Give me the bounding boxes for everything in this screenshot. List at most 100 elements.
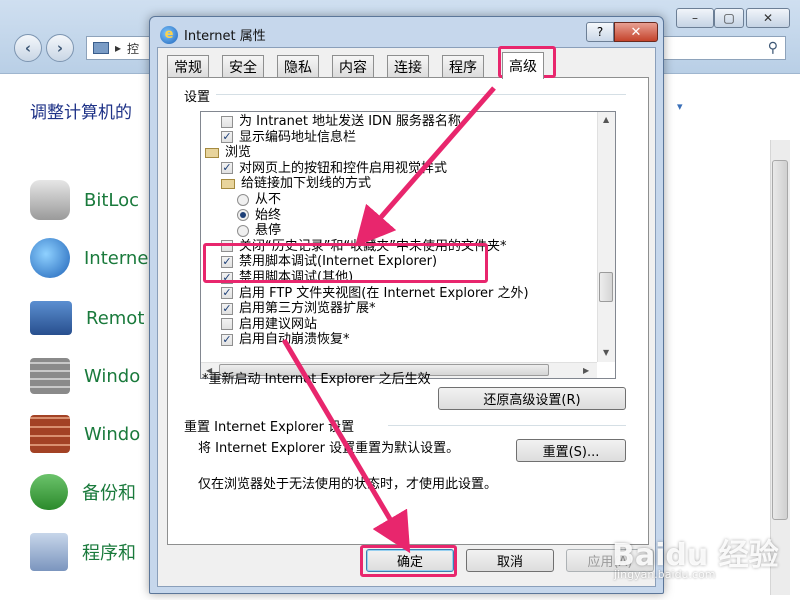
ie-icon: e [160,25,178,44]
search-icon[interactable]: ⚲ [768,40,778,56]
setting-label: 为 Intranet 地址发送 IDN 服务器名称 [239,114,461,129]
close-button[interactable]: ✕ [614,22,658,42]
forward-button[interactable]: › [46,34,74,62]
cancel-button[interactable]: 取消 [466,549,554,572]
breadcrumb-separator-icon: ▸ [115,41,122,55]
group-divider [388,425,626,426]
list-vertical-scrollbar[interactable]: ▲ ▼ [597,112,615,362]
wall-icon [30,358,70,394]
setting-label: 显示编码地址信息栏 [239,129,357,145]
checked-checkbox[interactable]: ✓ [221,287,233,300]
reset-button[interactable]: 重置(S)... [516,439,626,462]
dialog-title: Internet 属性 [184,29,266,44]
lock-key-icon [30,180,70,220]
setting-row[interactable]: ✓ 禁用脚本调试(Internet Explorer) [221,254,437,269]
list-scroll-thumb[interactable] [599,272,613,302]
window-close-button[interactable]: ✕ [746,8,790,28]
selected-radio[interactable] [237,209,249,222]
setting-label: 禁用脚本调试(其他) [239,270,354,285]
setting-row[interactable]: 浏览 [205,145,251,160]
cp-item-internet-options[interactable]: Interne [30,232,148,284]
cp-item-windows-firewall[interactable]: Windo [30,408,140,460]
tab-advanced[interactable]: 高级 [502,52,544,79]
cp-item-label: Windo [84,423,141,445]
scroll-up-icon[interactable]: ▲ [603,115,609,124]
monitor-icon [30,301,72,335]
setting-row[interactable]: 始终 [237,208,281,223]
setting-row[interactable]: ✓ 启用第三方浏览器扩展* [221,301,376,316]
breadcrumb[interactable]: 控 [127,40,139,57]
checked-checkbox[interactable]: ✓ [221,271,233,284]
radio-button[interactable] [237,224,249,237]
setting-row[interactable]: 关闭“历史记录”和“收藏夹”中未使用的文件夹* [221,239,506,254]
programs-icon [30,533,68,571]
reset-note: 仅在浏览器处于无法使用的状态时，才使用此设置。 [198,477,498,492]
cp-item-bitlocker[interactable]: BitLoc [30,174,139,226]
scrollbar-thumb[interactable] [772,160,788,520]
tab-connections[interactable]: 连接 [387,55,429,77]
radio-button[interactable] [237,193,249,206]
setting-row[interactable]: ✓ 禁用脚本调试(其他) [221,270,353,285]
setting-row[interactable]: 为 Intranet 地址发送 IDN 服务器名称 [221,114,461,129]
setting-row[interactable]: 从不 [237,192,281,207]
cp-item-label: Interne [84,247,149,269]
maximize-button[interactable]: ▢ [714,8,744,28]
globe-icon [30,238,70,278]
help-button[interactable]: ? [586,22,614,42]
cp-item-programs[interactable]: 程序和 [30,526,136,578]
restore-advanced-button[interactable]: 还原高级设置(R) [438,387,626,410]
checked-checkbox[interactable]: ✓ [221,131,233,144]
tab-programs[interactable]: 程序 [442,55,484,77]
setting-label: 浏览 [225,145,252,161]
cp-item-remote[interactable]: Remot [30,292,144,344]
tab-security[interactable]: 安全 [222,55,264,77]
scroll-right-icon[interactable]: ▶ [583,366,589,375]
cp-item-label: BitLoc [84,189,140,211]
cp-item-label: 程序和 [82,543,136,564]
setting-row[interactable]: 启用建议网站 [221,317,317,332]
setting-label: 给链接加下划线的方式 [241,176,372,192]
computer-icon [93,42,109,54]
checked-checkbox[interactable]: ✓ [221,333,233,346]
reset-description: 将 Internet Explorer 设置重置为默认设置。 [198,441,460,456]
cp-item-backup[interactable]: 备份和 [30,466,136,518]
setting-label: 对网页上的按钮和控件启用视觉样式 [239,160,448,176]
tab-content[interactable]: 内容 [332,55,374,77]
setting-label: 禁用脚本调试(Internet Explorer) [239,254,438,270]
tab-general[interactable]: 常规 [167,55,209,77]
checkbox[interactable] [221,115,233,128]
folder-icon [221,178,235,189]
setting-label: 启用第三方浏览器扩展* [239,301,376,317]
setting-label: 启用建议网站 [239,316,318,332]
page-title: 调整计算机的 [30,103,132,123]
settings-group-label: 设置 [184,90,211,105]
checkbox[interactable] [221,318,233,331]
setting-row[interactable]: 给链接加下划线的方式 [221,176,371,191]
advanced-settings-list[interactable]: 为 Intranet 地址发送 IDN 服务器名称 ✓ 显示编码地址信息栏 浏览 ✓ 对网… [200,111,616,379]
setting-label: 悬停 [255,223,282,239]
setting-row[interactable]: 悬停 [237,223,281,238]
setting-row[interactable]: ✓ 启用 FTP 文件夹视图(在 Internet Explorer 之外) [221,286,529,301]
checked-checkbox[interactable]: ✓ [221,162,233,175]
folder-icon [205,147,219,158]
setting-row[interactable]: ✓ 启用自动崩溃恢复* [221,332,350,347]
checked-checkbox[interactable]: ✓ [221,302,233,315]
checked-checkbox[interactable]: ✓ [221,255,233,268]
back-button[interactable]: ‹ [14,34,42,62]
setting-label: 启用自动崩溃恢复* [239,332,350,348]
cp-item-label: 备份和 [82,483,136,504]
dialog-title-bar: e Internet 属性 [160,25,266,44]
view-dropdown-icon[interactable]: ▾ [677,100,683,113]
cp-item-label: Remot [86,307,145,329]
checkbox[interactable] [221,240,233,253]
setting-row[interactable]: ✓ 显示编码地址信息栏 [221,130,356,145]
cp-item-windows-1[interactable]: Windo [30,350,140,402]
minimize-button[interactable]: – [676,8,714,28]
setting-row[interactable]: ✓ 对网页上的按钮和控件启用视觉样式 [221,161,447,176]
ok-button[interactable]: 确定 [366,549,454,572]
backup-icon [30,474,68,510]
firewall-icon [30,415,70,453]
tab-privacy[interactable]: 隐私 [277,55,319,77]
setting-label: 始终 [255,207,282,223]
scroll-down-icon[interactable]: ▼ [603,348,609,357]
